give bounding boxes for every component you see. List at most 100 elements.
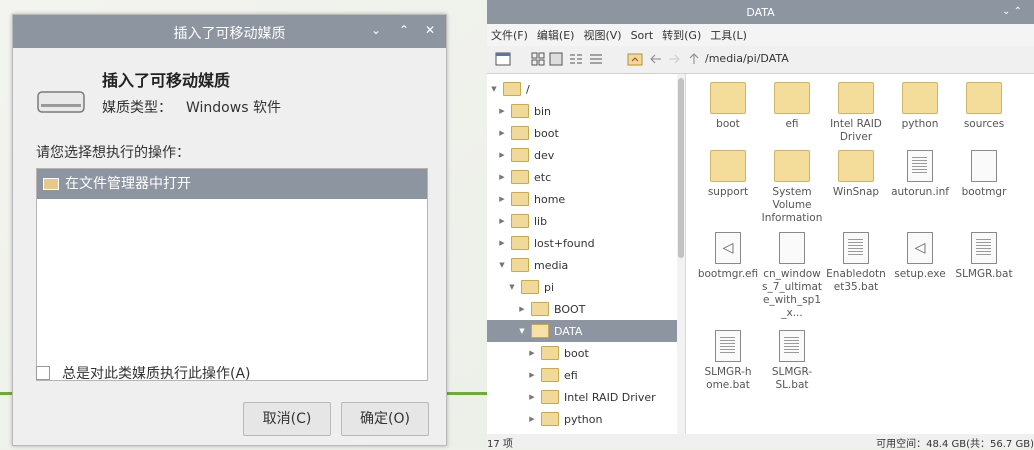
action-item-open-in-file-manager[interactable]: 在文件管理器中打开 (37, 169, 427, 199)
file-item[interactable]: cn_windows_7_ultimate_with_sp1_x... (759, 232, 825, 320)
folder-icon (511, 258, 529, 272)
file-item[interactable]: ◁ bootmgr.efi (695, 232, 761, 281)
file-item[interactable]: System Volume Information (759, 150, 825, 225)
file-item[interactable]: WinSnap (823, 150, 889, 199)
menu-sort[interactable]: Sort (631, 29, 654, 42)
directory-tree[interactable]: ▼ / ▶ bin ▶ boot ▶ dev ▶ etc ▶ home ▶ lib ▶ lost… (487, 74, 686, 434)
file-item[interactable]: ◁ setup.exe (887, 232, 953, 281)
file-item-label: cn_windows_7_ultimate_with_sp1_x... (761, 268, 823, 319)
expanded-arrow-icon[interactable]: ▼ (489, 85, 499, 93)
file-grid[interactable]: boot efi Intel RAID Driver python source… (687, 74, 1034, 434)
forward-arrow-icon[interactable] (667, 52, 681, 66)
action-list[interactable]: 在文件管理器中打开 (36, 168, 428, 381)
close-icon[interactable]: ✕ (425, 23, 435, 37)
file-item[interactable]: boot (695, 82, 761, 131)
tree-item-dev[interactable]: ▶ dev (487, 144, 685, 166)
file-manager-titlebar[interactable]: DATA ⌄ ⌃ (487, 0, 1034, 24)
menu-view[interactable]: 视图(V) (583, 27, 621, 43)
home-folder-icon[interactable] (627, 52, 643, 66)
collapsed-arrow-icon[interactable]: ▶ (517, 305, 527, 313)
expanded-arrow-icon[interactable]: ▼ (497, 261, 507, 269)
tree-item-lost-found[interactable]: ▶ lost+found (487, 232, 685, 254)
collapsed-arrow-icon[interactable]: ▶ (497, 239, 507, 247)
menu-edit[interactable]: 编辑(E) (537, 27, 575, 43)
tree-item-boot[interactable]: ▶ boot (487, 122, 685, 144)
always-do-this-checkbox-row[interactable]: 总是对此类媒质执行此操作(A) (36, 363, 251, 383)
maximize-icon[interactable]: ⌃ (1014, 6, 1022, 17)
maximize-icon[interactable]: ⌃ (399, 23, 409, 37)
text-file-icon (971, 232, 997, 264)
file-item[interactable]: bootmgr (951, 150, 1017, 199)
tree-item-intel-raid-driver[interactable]: ▶ Intel RAID Driver (487, 386, 685, 408)
folder-icon (710, 150, 746, 182)
collapsed-arrow-icon[interactable]: ▶ (527, 371, 537, 379)
file-item[interactable]: efi (759, 82, 825, 131)
minimize-icon[interactable]: ⌄ (1002, 6, 1010, 17)
folder-icon (511, 148, 529, 162)
tree-item-root[interactable]: ▼ / (487, 78, 679, 100)
tree-item-label: efi (564, 368, 578, 382)
file-item[interactable]: autorun.inf (887, 150, 953, 199)
tree-item-data-boot[interactable]: ▶ boot (487, 342, 685, 364)
side-pane-icon[interactable] (495, 52, 511, 66)
file-item[interactable]: SLMGR-home.bat (695, 330, 761, 392)
tree-item-python[interactable]: ▶ python (487, 408, 685, 430)
window-controls[interactable]: ⌄ ⌃ (1002, 6, 1022, 17)
file-item[interactable]: SLMGR.bat (951, 232, 1017, 281)
tree-item-data-efi[interactable]: ▶ efi (487, 364, 685, 386)
tree-item-lib[interactable]: ▶ lib (487, 210, 685, 232)
collapsed-arrow-icon[interactable]: ▶ (527, 393, 537, 401)
dialog-titlebar[interactable]: 插入了可移动媒质 ⌄ ⌃ ✕ (13, 15, 446, 48)
thumbnail-view-icon[interactable] (549, 52, 563, 66)
cancel-button[interactable]: 取消(C) (243, 402, 331, 436)
detailed-list-view-icon[interactable] (589, 52, 603, 66)
collapsed-arrow-icon[interactable]: ▶ (527, 415, 537, 423)
file-item[interactable]: SLMGR-SL.bat (759, 330, 825, 392)
tree-item-etc[interactable]: ▶ etc (487, 166, 685, 188)
file-item[interactable]: Intel RAID Driver (823, 82, 889, 144)
ok-button[interactable]: 确定(O) (341, 402, 429, 436)
collapsed-arrow-icon[interactable]: ▶ (497, 129, 507, 137)
tree-scrollbar-thumb[interactable] (678, 78, 684, 258)
collapsed-arrow-icon[interactable]: ▶ (527, 349, 537, 357)
file-item-label: SLMGR.bat (955, 268, 1013, 280)
file-item[interactable]: python (887, 82, 953, 131)
collapsed-arrow-icon[interactable]: ▶ (497, 107, 507, 115)
menu-go[interactable]: 转到(G) (662, 27, 701, 43)
tree-item-media[interactable]: ▼ media (487, 254, 685, 276)
tree-item-DATA[interactable]: ▼ DATA (487, 320, 685, 342)
collapsed-arrow-icon[interactable]: ▶ (497, 173, 507, 181)
tree-item-bin[interactable]: ▶ bin (487, 100, 685, 122)
folder-icon (511, 104, 529, 118)
menu-tools[interactable]: 工具(L) (710, 27, 747, 43)
folder-icon (774, 82, 810, 114)
path-bar[interactable]: /media/pi/DATA (705, 52, 789, 65)
file-item[interactable]: Enabledotnet35.bat (823, 232, 889, 294)
folder-icon (541, 390, 559, 404)
status-bar: 17 项 可用空间：48.4 GB(共：56.7 GB) (487, 434, 1034, 450)
expanded-arrow-icon[interactable]: ▼ (517, 327, 527, 335)
tree-item-label: pi (544, 280, 555, 294)
back-arrow-icon[interactable] (649, 52, 663, 66)
folder-icon (503, 82, 521, 96)
icon-view-icon[interactable] (531, 52, 545, 66)
file-item-label: efi (785, 118, 799, 130)
up-arrow-icon[interactable] (687, 52, 701, 66)
tree-item-pi[interactable]: ▼ pi (487, 276, 685, 298)
menu-file[interactable]: 文件(F) (491, 27, 528, 43)
folder-icon (541, 412, 559, 426)
compact-view-icon[interactable] (569, 52, 583, 66)
minimize-icon[interactable]: ⌄ (371, 23, 381, 37)
collapsed-arrow-icon[interactable]: ▶ (497, 217, 507, 225)
collapsed-arrow-icon[interactable]: ▶ (497, 195, 507, 203)
expanded-arrow-icon[interactable]: ▼ (507, 283, 517, 291)
tree-item-home[interactable]: ▶ home (487, 188, 685, 210)
always-do-this-checkbox[interactable] (36, 366, 50, 380)
file-item[interactable]: sources (951, 82, 1017, 131)
tree-item-BOOT[interactable]: ▶ BOOT (487, 298, 685, 320)
tree-scrollbar[interactable] (677, 74, 685, 434)
collapsed-arrow-icon[interactable]: ▶ (497, 151, 507, 159)
tree-item-label: python (564, 412, 603, 426)
file-item[interactable]: support (695, 150, 761, 199)
folder-icon (774, 150, 810, 182)
